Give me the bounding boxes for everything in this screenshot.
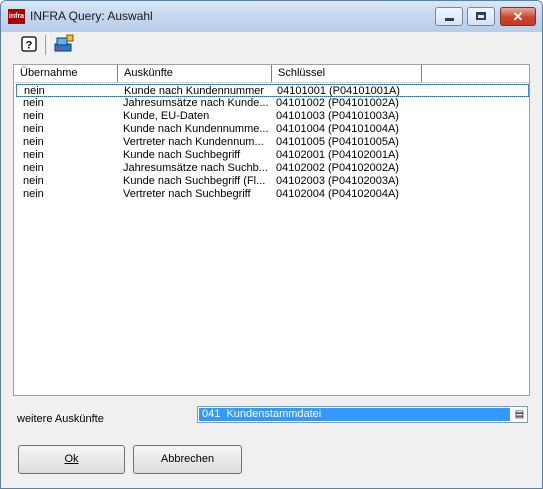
cell-schluessel: 04101004 (P04101004A)	[276, 123, 399, 135]
list-item[interactable]: nein Kunde nach Kundennumme... 04101004 …	[14, 123, 529, 136]
list-rows: nein Kunde nach Kundennummer 04101001 (P…	[14, 84, 529, 201]
list-item[interactable]: nein Kunde nach Suchbegriff (Fl... 04102…	[14, 175, 529, 188]
maximize-button[interactable]	[467, 7, 495, 26]
cell-uebernahme: nein	[23, 149, 44, 161]
cell-uebernahme: nein	[23, 175, 44, 187]
column-header-auskuenfte[interactable]: Auskünfte	[118, 65, 272, 82]
minimize-button[interactable]	[435, 7, 463, 26]
close-icon: ✕	[512, 9, 524, 24]
cell-schluessel: 04102002 (P04102002A)	[276, 162, 399, 174]
toolbar: ?	[1, 32, 542, 58]
list-item[interactable]: nein Vertreter nach Suchbegriff 04102004…	[14, 188, 529, 201]
help-icon[interactable]: ?	[20, 35, 38, 53]
cell-auskunft: Kunde, EU-Daten	[123, 110, 210, 122]
cell-auskunft: Kunde nach Suchbegriff	[123, 149, 241, 161]
cancel-button[interactable]: Abbrechen	[133, 445, 242, 474]
cell-uebernahme: nein	[23, 162, 44, 174]
cell-auskunft: Kunde nach Kundennumme...	[123, 123, 269, 135]
close-button[interactable]: ✕	[500, 7, 536, 26]
cell-schluessel: 04101005 (P04101005A)	[276, 136, 399, 148]
ok-button-label: Ok	[64, 453, 79, 465]
cancel-button-label: Abbrechen	[160, 453, 215, 465]
list-item[interactable]: nein Jahresumsätze nach Kunde... 0410100…	[14, 97, 529, 110]
list-item[interactable]: nein Kunde nach Kundennummer 04101001 (P…	[16, 84, 529, 97]
list-item[interactable]: nein Kunde, EU-Daten 04101003 (P04101003…	[14, 110, 529, 123]
cell-auskunft: Jahresumsätze nach Kunde...	[123, 97, 269, 109]
cell-auskunft: Jahresumsätze nach Suchb...	[123, 162, 268, 174]
ok-button[interactable]: Ok	[18, 445, 125, 474]
weitere-auskuenfte-select[interactable]: 041 Kundenstammdatei ▤	[197, 406, 528, 423]
column-header-schluessel[interactable]: Schlüssel	[272, 65, 422, 82]
cell-schluessel: 04102004 (P04102004A)	[276, 188, 399, 200]
cell-auskunft: Vertreter nach Kundennum...	[123, 136, 264, 148]
cell-auskunft: Kunde nach Suchbegriff (Fl...	[123, 175, 266, 187]
cell-schluessel: 04101002 (P04101002A)	[276, 97, 399, 109]
dropdown-list-icon[interactable]: ▤	[513, 408, 526, 421]
auskuenfte-list[interactable]: Übernahme Auskünfte Schlüssel nein Kunde…	[13, 64, 530, 396]
list-header: Übernahme Auskünfte Schlüssel	[14, 65, 529, 83]
minimize-icon	[445, 18, 454, 21]
query-dialog-window: infra INFRA Query: Auswahl ✕ ? Übernahme…	[0, 0, 543, 489]
list-item[interactable]: nein Kunde nach Suchbegriff 04102001 (P0…	[14, 149, 529, 162]
list-item[interactable]: nein Jahresumsätze nach Suchb... 0410200…	[14, 162, 529, 175]
cell-schluessel: 04102003 (P04102003A)	[276, 175, 399, 187]
query-icon[interactable]	[53, 34, 75, 54]
column-header-uebernahme[interactable]: Übernahme	[14, 65, 118, 82]
cell-schluessel: 04102001 (P04102001A)	[276, 149, 399, 161]
weitere-auskuenfte-value: 041 Kundenstammdatei	[199, 408, 510, 421]
weitere-auskuenfte-label: weitere Auskünfte	[17, 413, 104, 425]
cell-schluessel: 04101003 (P04101003A)	[276, 110, 399, 122]
maximize-icon	[476, 12, 486, 20]
list-item[interactable]: nein Vertreter nach Kundennum... 0410100…	[14, 136, 529, 149]
infra-app-icon: infra	[8, 9, 25, 24]
svg-text:?: ?	[26, 40, 33, 52]
cell-uebernahme: nein	[23, 110, 44, 122]
cell-uebernahme: nein	[23, 123, 44, 135]
cell-uebernahme: nein	[23, 97, 44, 109]
toolbar-separator	[45, 35, 49, 55]
cell-uebernahme: nein	[23, 188, 44, 200]
window-title: INFRA Query: Auswahl	[30, 9, 153, 23]
cell-auskunft: Vertreter nach Suchbegriff	[123, 188, 251, 200]
cell-uebernahme: nein	[23, 136, 44, 148]
title-bar[interactable]: infra INFRA Query: Auswahl ✕	[1, 1, 542, 32]
